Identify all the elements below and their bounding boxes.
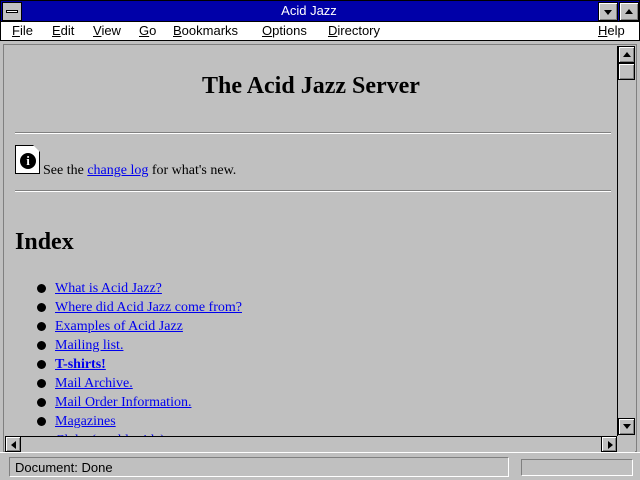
index-item: Mail Archive. (5, 374, 242, 393)
menu-help[interactable]: Help (598, 23, 625, 39)
index-list: What is Acid Jazz? Where did Acid Jazz co… (5, 279, 242, 436)
vertical-scroll-thumb[interactable] (618, 63, 635, 80)
menu-bar: File Edit View Go Bookmarks Options Dire… (0, 22, 640, 41)
menu-file[interactable]: File (12, 23, 33, 39)
index-item: Examples of Acid Jazz (5, 317, 242, 336)
bullet-icon (37, 322, 46, 331)
scrollbar-corner (617, 436, 635, 452)
bullet-icon (37, 398, 46, 407)
scroll-left-button[interactable] (5, 436, 21, 452)
index-link[interactable]: Where did Acid Jazz come from? (55, 300, 242, 315)
info-line: See the change log for what's new. (43, 163, 237, 178)
index-heading: Index (15, 229, 74, 255)
status-text: Document: Done (9, 457, 509, 477)
info-document-icon: i (15, 145, 40, 174)
index-link[interactable]: Mailing list. (55, 338, 123, 353)
menu-options[interactable]: Options (262, 23, 307, 39)
index-link[interactable]: Mail Archive. (55, 376, 133, 391)
page-title: The Acid Jazz Server (202, 73, 420, 99)
index-item: Magazines (5, 412, 242, 431)
bullet-icon (37, 379, 46, 388)
status-bar: Document: Done (0, 452, 640, 480)
change-log-link[interactable]: change log (87, 163, 148, 178)
menu-bookmarks[interactable]: Bookmarks (173, 23, 238, 39)
title-bar[interactable]: Acid Jazz (0, 0, 640, 22)
arrow-left-icon (11, 441, 16, 449)
scroll-down-button[interactable] (618, 418, 635, 435)
scroll-right-button[interactable] (601, 436, 617, 452)
bullet-icon (37, 284, 46, 293)
index-item: T-shirts! (5, 355, 242, 374)
bullet-icon (37, 341, 46, 350)
arrow-up-icon (623, 52, 631, 57)
minimize-button[interactable] (598, 2, 618, 21)
index-link[interactable]: Examples of Acid Jazz (55, 319, 183, 334)
system-menu-icon (6, 10, 18, 13)
menu-go[interactable]: Go (139, 23, 156, 39)
bullet-icon (37, 360, 46, 369)
scroll-up-button[interactable] (618, 46, 635, 63)
horizontal-scrollbar[interactable] (5, 436, 617, 452)
bullet-icon (37, 417, 46, 426)
document-content: The Acid Jazz Server i See the change lo… (5, 46, 617, 436)
horizontal-rule (15, 190, 611, 192)
arrow-right-icon (608, 441, 613, 449)
bullet-icon (37, 303, 46, 312)
system-menu-button[interactable] (2, 2, 22, 21)
progress-indicator (521, 459, 633, 476)
arrow-down-icon (623, 424, 631, 429)
index-link[interactable]: Magazines (55, 414, 116, 429)
menu-view[interactable]: View (93, 23, 121, 39)
maximize-button[interactable] (619, 2, 639, 21)
index-link[interactable]: Mail Order Information. (55, 395, 191, 410)
index-link[interactable]: T-shirts! (55, 357, 106, 372)
index-item: What is Acid Jazz? (5, 279, 242, 298)
document-frame: The Acid Jazz Server i See the change lo… (3, 44, 637, 452)
index-link[interactable]: What is Acid Jazz? (55, 281, 162, 296)
horizontal-rule (15, 132, 611, 134)
window-title: Acid Jazz (281, 3, 337, 18)
menu-edit[interactable]: Edit (52, 23, 74, 39)
index-item: Mailing list. (5, 336, 242, 355)
index-item: Where did Acid Jazz come from? (5, 298, 242, 317)
minimize-arrow-icon (604, 10, 612, 15)
vertical-scrollbar[interactable] (617, 46, 635, 436)
menu-directory[interactable]: Directory (328, 23, 380, 39)
maximize-arrow-icon (625, 9, 633, 14)
index-item: Mail Order Information. (5, 393, 242, 412)
